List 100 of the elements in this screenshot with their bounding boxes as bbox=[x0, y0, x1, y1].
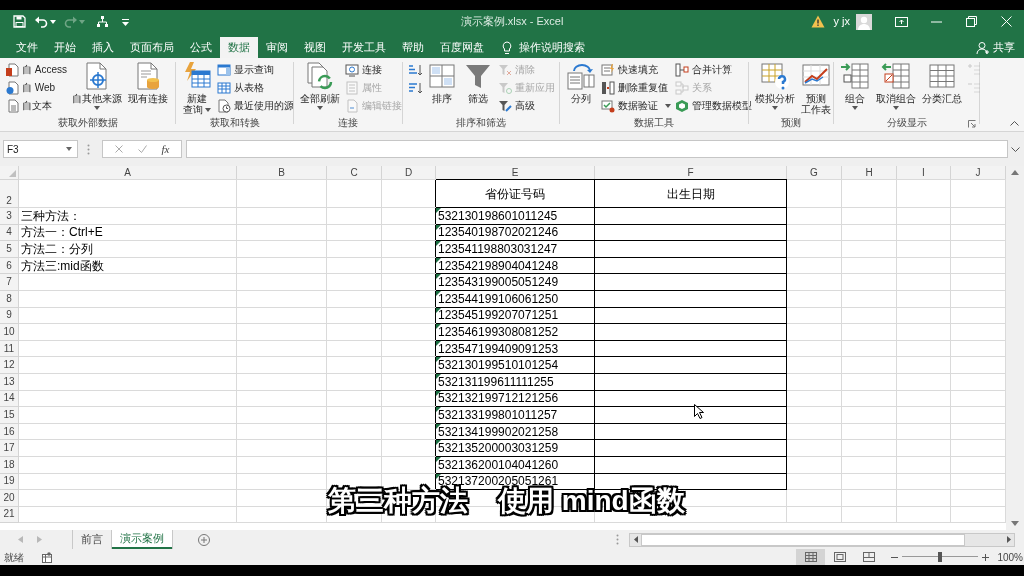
check-icon[interactable] bbox=[137, 145, 147, 153]
ribbon-button[interactable]: 分类汇总 bbox=[921, 61, 963, 104]
ribbon-button[interactable]: 自其他来源 bbox=[71, 61, 123, 112]
column-header[interactable]: C bbox=[327, 166, 381, 179]
user-avatar-icon[interactable] bbox=[856, 13, 872, 30]
row-header[interactable]: 17 bbox=[0, 440, 18, 456]
ribbon-display-options-icon[interactable] bbox=[895, 16, 908, 27]
row-header[interactable]: 20 bbox=[0, 490, 18, 506]
scrollbar-thumb[interactable] bbox=[641, 533, 965, 546]
scroll-down-icon[interactable] bbox=[1011, 521, 1019, 526]
ribbon-button[interactable]: 全部刷新 bbox=[299, 61, 341, 112]
vertical-scrollbar[interactable] bbox=[1006, 166, 1024, 530]
formula-input[interactable] bbox=[186, 140, 1008, 158]
grip-icon[interactable] bbox=[616, 534, 619, 545]
column-header[interactable]: I bbox=[897, 166, 950, 179]
column-header[interactable]: A bbox=[19, 166, 236, 179]
ribbon-button[interactable]: 删除重复值 bbox=[601, 79, 671, 96]
ribbon-button[interactable]: 从表格 bbox=[217, 79, 294, 96]
ribbon-tab[interactable]: 百度网盘 bbox=[432, 37, 492, 58]
ribbon-button[interactable]: 自 Access bbox=[5, 61, 67, 78]
table-cell-text: 123542198904041248 bbox=[437, 257, 560, 274]
grip-icon[interactable] bbox=[87, 143, 90, 155]
ribbon-tab[interactable]: 公式 bbox=[182, 37, 220, 58]
slider-thumb[interactable] bbox=[938, 552, 943, 562]
ribbon-button[interactable]: 合并计算 bbox=[675, 61, 752, 78]
user-name[interactable]: y jx bbox=[833, 13, 850, 30]
horizontal-scrollbar[interactable] bbox=[629, 532, 1015, 547]
expand-formula-bar-icon[interactable] bbox=[1011, 146, 1020, 152]
ribbon-tab[interactable]: 视图 bbox=[296, 37, 334, 58]
insert-function-button[interactable]: fx bbox=[161, 143, 170, 155]
ribbon-button[interactable]: 新建 查询 bbox=[181, 61, 213, 115]
ribbon-tab[interactable]: 开发工具 bbox=[334, 37, 394, 58]
dialog-launcher-icon[interactable] bbox=[968, 120, 976, 128]
row-header[interactable]: 15 bbox=[0, 407, 18, 423]
sheet-tab[interactable]: 前言 bbox=[73, 530, 111, 549]
cancel-icon[interactable] bbox=[114, 145, 123, 153]
ribbon-button[interactable]: 自 Web bbox=[5, 79, 67, 96]
tell-me-search[interactable]: 操作说明搜索 bbox=[502, 37, 585, 58]
ribbon-button[interactable]: 显示查询 bbox=[217, 61, 294, 78]
restore-icon[interactable] bbox=[966, 16, 977, 27]
ribbon-button[interactable]: 现有连接 bbox=[127, 61, 169, 104]
ribbon-tab[interactable]: 审阅 bbox=[258, 37, 296, 58]
ribbon-button[interactable]: 取消组合 bbox=[875, 61, 917, 112]
row-header[interactable]: 3 bbox=[0, 208, 18, 224]
ribbon-button[interactable]: 快速填充 bbox=[601, 61, 671, 78]
save-icon[interactable] bbox=[13, 15, 26, 28]
zoom-slider[interactable] bbox=[902, 551, 979, 563]
column-header[interactable]: D bbox=[382, 166, 435, 179]
undo-icon[interactable] bbox=[35, 15, 48, 28]
add-sheet-icon[interactable] bbox=[198, 533, 210, 546]
table-cell-text: 123547199409091253 bbox=[437, 340, 560, 357]
column-header[interactable]: H bbox=[842, 166, 896, 179]
redo-icon[interactable] bbox=[64, 15, 77, 28]
normal-view-button[interactable] bbox=[796, 549, 826, 565]
column-header[interactable]: F bbox=[595, 166, 786, 179]
ribbon-button[interactable]: 预测 工作表 bbox=[800, 61, 832, 115]
ribbon-tab[interactable]: 文件 bbox=[8, 37, 46, 58]
sheet-tab[interactable]: 演示案例 bbox=[112, 530, 172, 549]
ribbon-tab[interactable]: 插入 bbox=[84, 37, 122, 58]
ribbon-button[interactable]: 分列 bbox=[565, 61, 597, 104]
zoom-level-text[interactable]: 100% bbox=[997, 549, 1024, 565]
row-header[interactable]: 10 bbox=[0, 324, 18, 340]
ribbon-button[interactable]: 数据验证 bbox=[601, 97, 671, 114]
scroll-right-icon[interactable] bbox=[1006, 536, 1011, 543]
ribbon-button[interactable]: 连接 bbox=[345, 61, 402, 78]
column-header[interactable]: B bbox=[237, 166, 326, 179]
column-header[interactable]: G bbox=[787, 166, 841, 179]
row-header[interactable]: 2 bbox=[0, 180, 18, 207]
close-icon[interactable] bbox=[1001, 16, 1012, 27]
sort-ascending-icon[interactable] bbox=[408, 62, 422, 77]
ribbon-button[interactable]: 自文本 bbox=[5, 97, 67, 114]
column-header[interactable]: E bbox=[436, 166, 594, 179]
row-header[interactable]: 5 bbox=[0, 241, 18, 257]
clear-filter-icon bbox=[498, 62, 512, 77]
collapse-ribbon-icon[interactable] bbox=[1010, 121, 1019, 126]
zoom-in-icon[interactable] bbox=[982, 553, 990, 561]
ribbon-button[interactable]: 最近使用的源 bbox=[217, 97, 294, 114]
share-button[interactable]: 共享 bbox=[976, 37, 1015, 58]
row-header[interactable]: 12 bbox=[0, 357, 18, 373]
ribbon-tab[interactable]: 数据 bbox=[220, 37, 258, 58]
column-header[interactable]: J bbox=[951, 166, 1005, 179]
ribbon-button[interactable]: 高级 bbox=[498, 97, 555, 114]
minimize-icon[interactable] bbox=[931, 20, 942, 23]
row-header[interactable]: 7 bbox=[0, 274, 18, 290]
ribbon-button[interactable]: 模拟分析 bbox=[754, 61, 796, 112]
ribbon-button[interactable]: 组合 bbox=[839, 61, 871, 112]
ribbon-tab[interactable]: 页面布局 bbox=[122, 37, 182, 58]
ribbon-tab[interactable]: 开始 bbox=[46, 37, 84, 58]
sort-descending-icon[interactable] bbox=[408, 80, 422, 95]
record-macro-icon[interactable] bbox=[42, 551, 52, 563]
scroll-up-icon[interactable] bbox=[1011, 170, 1019, 175]
customize-toolbar-icon[interactable] bbox=[122, 17, 129, 26]
ribbon-button[interactable]: 排序 bbox=[426, 61, 458, 104]
name-box[interactable]: F3 bbox=[3, 140, 78, 158]
tree-structure-icon[interactable] bbox=[96, 15, 109, 28]
warning-icon[interactable] bbox=[810, 15, 825, 28]
scroll-left-icon[interactable] bbox=[633, 536, 638, 543]
ribbon-button[interactable]: 筛选 bbox=[462, 61, 494, 104]
table-cell-text: 532130198601011245 bbox=[437, 208, 559, 224]
ribbon-tab[interactable]: 帮助 bbox=[394, 37, 432, 58]
